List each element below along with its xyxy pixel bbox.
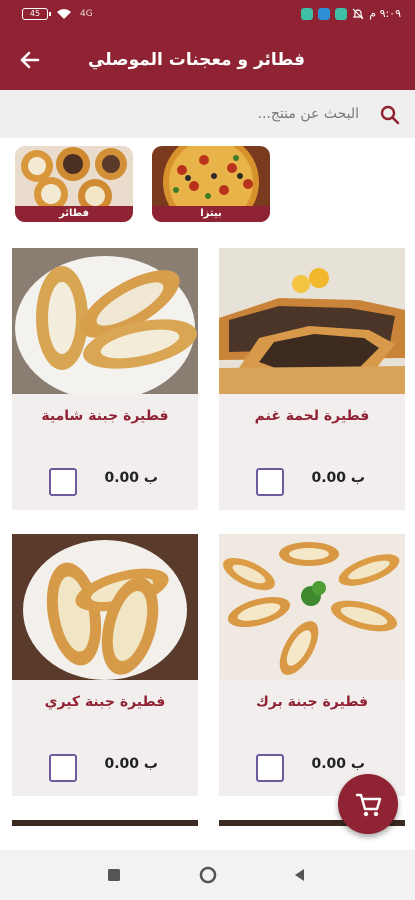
select-checkbox[interactable] [256,754,284,782]
home-icon[interactable] [198,865,218,885]
status-left: 45 4G [22,8,93,20]
product-image [12,534,198,680]
next-card-edge [12,820,198,826]
product-card[interactable]: فطيرة جبنة برك 0.00 ب [219,534,405,796]
app-notification-icon [318,7,331,20]
product-price: 0.00 ب [104,756,159,772]
category-row: بيتزا فطائر [0,146,415,226]
status-bar: 45 4G ٩:٠٩ م [0,0,415,30]
select-checkbox[interactable] [49,468,77,496]
product-card[interactable]: فطيرة جبنة كيري 0.00 ب [12,534,198,796]
app-notification-icon [301,7,314,20]
product-card[interactable]: فطيرة لحمة غنم 0.00 ب [219,248,405,510]
recent-apps-icon[interactable] [104,865,124,885]
category-pies[interactable]: فطائر [15,146,133,222]
product-price: 0.00 ب [311,470,366,486]
search-input[interactable] [59,98,359,130]
app-bar: فطائر و معجنات الموصلي [0,30,415,90]
category-label: فطائر [15,206,133,222]
cart-button[interactable] [338,774,398,834]
wifi-icon [57,9,71,19]
network-label: 4G [80,9,93,19]
system-nav-bar [0,850,415,900]
arrow-left-icon[interactable] [14,44,46,76]
mute-bell-icon [352,8,364,19]
product-name: فطيرة جبنة كيري [44,694,166,710]
product-image [219,248,405,394]
product-name: فطيرة جبنة برك [255,694,369,710]
status-time: ٩:٠٩ م [369,7,401,20]
product-card[interactable]: فطيرة جبنة شامية 0.00 ب [12,248,198,510]
status-right: ٩:٠٩ م [301,7,401,20]
product-image [12,248,198,394]
product-price: 0.00 ب [104,470,159,486]
cart-icon [355,793,382,817]
app-notification-icon [335,7,348,20]
search-bar [0,90,415,138]
product-image [219,534,405,680]
page-title: فطائر و معجنات الموصلي [88,50,305,70]
back-triangle-icon[interactable] [290,865,310,885]
category-pizza[interactable]: بيتزا [152,146,270,222]
battery-icon: 45 [22,8,51,20]
select-checkbox[interactable] [49,754,77,782]
search-icon[interactable] [379,104,401,126]
product-name: فطيرة جبنة شامية [41,408,169,424]
select-checkbox[interactable] [256,468,284,496]
product-name: فطيرة لحمة غنم [254,408,370,424]
category-label: بيتزا [152,206,270,222]
product-price: 0.00 ب [311,756,366,772]
